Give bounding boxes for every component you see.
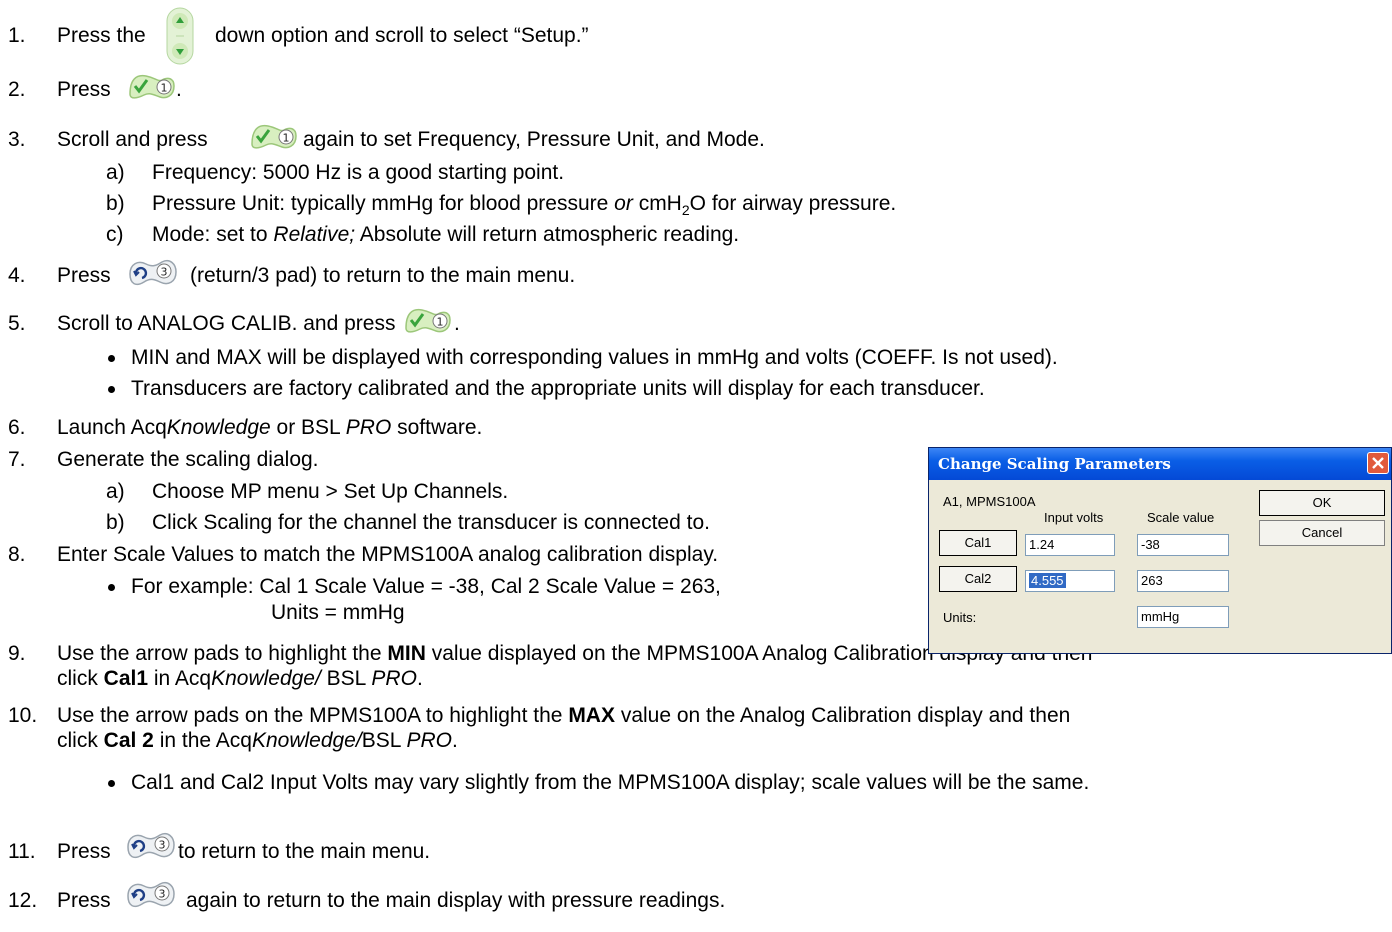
step-text: (return/3 pad) to return to the main men…	[190, 264, 576, 287]
step-text: Press	[57, 264, 111, 287]
bullet-text: For example: Cal 1 Scale Value = -38, Ca…	[131, 575, 721, 598]
substep-label: b)	[106, 192, 125, 215]
units-label: Units:	[943, 610, 977, 625]
step-text: again to return to the main display with…	[186, 889, 726, 912]
step-number: 11.	[8, 840, 36, 863]
step-text: Enter Scale Values to match the MPMS100A…	[57, 543, 719, 566]
change-scaling-dialog: Change Scaling Parameters A1, MPMS100A I…	[928, 447, 1392, 654]
step-number: 7.	[8, 448, 26, 471]
step-text: down option and scroll to select “Setup.…	[215, 24, 589, 47]
step-number: 9.	[8, 642, 26, 665]
substep-text: Pressure Unit: typically mmHg for blood …	[152, 192, 897, 219]
input-volts-header: Input volts	[1044, 510, 1104, 525]
step-number: 6.	[8, 416, 26, 439]
bullet-text: MIN and MAX will be displayed with corre…	[131, 346, 1058, 369]
step-text: again to set Frequency, Pressure Unit, a…	[303, 128, 765, 151]
bullet	[108, 355, 115, 362]
bullet-text: Transducers are factory calibrated and t…	[131, 377, 985, 400]
step-text: Press	[57, 889, 111, 912]
substep-text: Choose MP menu > Set Up Channels.	[152, 480, 509, 503]
return-3-pad-icon	[124, 827, 176, 863]
step-text: to return to the main menu.	[178, 840, 431, 863]
step-text: Generate the scaling dialog.	[57, 448, 319, 471]
step-10-continued: click Cal 2 in the AcqKnowledge/BSL PRO.	[57, 729, 458, 752]
substep-label: a)	[106, 480, 125, 503]
step-text: Scroll to ANALOG CALIB. and press	[57, 312, 396, 335]
ok-1-pad-icon	[248, 118, 300, 154]
dialog-title: Change Scaling Parameters	[938, 455, 1171, 473]
return-3-pad-icon	[126, 254, 178, 290]
step-text: Press	[57, 78, 111, 101]
step-text: .	[454, 312, 460, 335]
step-number: 10.	[8, 704, 38, 727]
return-3-pad-icon	[124, 876, 176, 912]
ok-1-pad-icon	[126, 68, 178, 104]
step-number: 5.	[8, 312, 26, 335]
step-number: 4.	[8, 264, 26, 287]
substep-text: Frequency: 5000 Hz is a good starting po…	[152, 161, 565, 184]
bullet	[108, 780, 115, 787]
close-icon[interactable]	[1367, 452, 1389, 474]
channel-label: A1, MPMS100A	[943, 494, 1036, 509]
bullet	[108, 386, 115, 393]
step-text: Scroll and press	[57, 128, 208, 151]
step-9-continued: click Cal1 in AcqKnowledge/ BSL PRO.	[57, 667, 423, 690]
substep-text: Mode: set to Relative; Absolute will ret…	[152, 223, 740, 246]
substep-label: a)	[106, 161, 125, 184]
substep-label: c)	[106, 223, 124, 246]
dialog-title-bar[interactable]: Change Scaling Parameters	[929, 448, 1391, 480]
step-number: 1.	[8, 24, 26, 47]
step-text: Use the arrow pads on the MPMS100A to hi…	[57, 704, 1071, 727]
substep-text: Click Scaling for the channel the transd…	[152, 511, 710, 534]
cal1-scale-value-field[interactable]: -38	[1137, 534, 1229, 556]
cal2-input-volts-field[interactable]: 4.555	[1025, 570, 1115, 592]
ok-button[interactable]: OK	[1259, 490, 1385, 516]
step-text: Launch AcqKnowledge or BSL PRO software.	[57, 416, 483, 439]
bullet-text: Cal1 and Cal2 Input Volts may vary sligh…	[131, 771, 1090, 794]
step-text: Press the	[57, 24, 146, 47]
cal2-scale-value-field[interactable]: 263	[1137, 570, 1229, 592]
units-field[interactable]: mmHg	[1137, 606, 1229, 628]
substep-label: b)	[106, 511, 125, 534]
selected-text: 4.555	[1029, 573, 1066, 588]
bullet-text-continued: Units = mmHg	[271, 601, 405, 624]
cal1-input-volts-field[interactable]: 1.24	[1025, 534, 1115, 556]
step-text: Press	[57, 840, 111, 863]
scale-value-header: Scale value	[1147, 510, 1215, 525]
scroll-pad-icon	[163, 6, 197, 66]
step-number: 8.	[8, 543, 26, 566]
step-number: 3.	[8, 128, 26, 151]
bullet	[108, 584, 115, 591]
cancel-button[interactable]: Cancel	[1259, 520, 1385, 546]
cal1-button[interactable]: Cal1	[939, 530, 1017, 556]
step-number: 2.	[8, 78, 26, 101]
ok-1-pad-icon	[402, 302, 454, 338]
step-number: 12.	[8, 889, 38, 912]
cal2-button[interactable]: Cal2	[939, 566, 1017, 592]
